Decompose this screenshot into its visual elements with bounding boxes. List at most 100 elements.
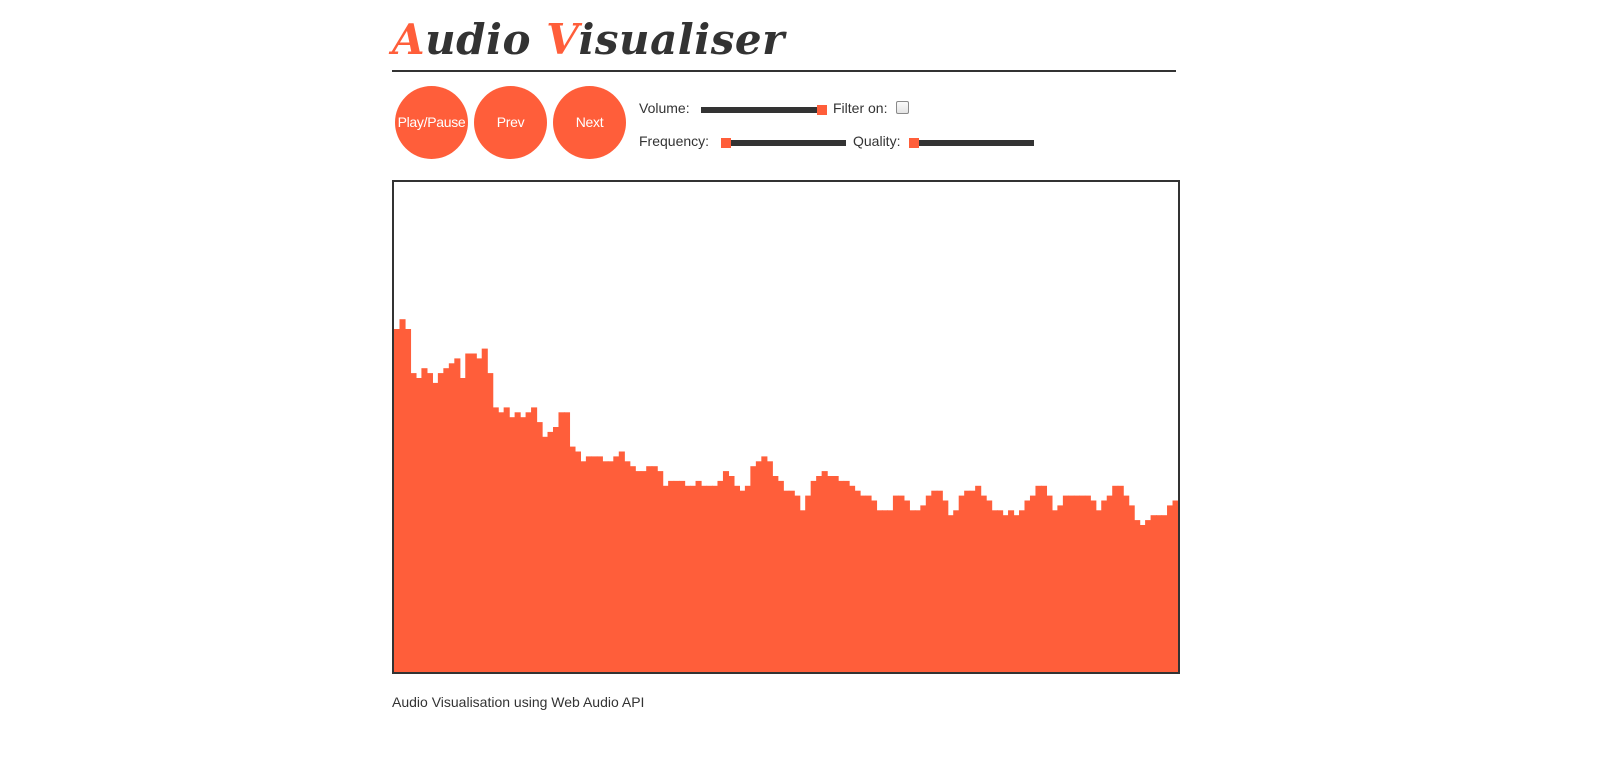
frequency-bar [805, 495, 812, 672]
title-divider [392, 70, 1176, 72]
frequency-bar [744, 485, 751, 672]
frequency-bar [1123, 495, 1130, 672]
frequency-bar [832, 476, 839, 672]
next-button[interactable]: Next [553, 86, 626, 159]
frequency-bar [1019, 510, 1026, 672]
frequency-bar [991, 510, 998, 672]
frequency-bar [733, 485, 740, 672]
visualiser-canvas [392, 180, 1180, 674]
frequency-bar [432, 382, 439, 672]
frequency-bar [448, 363, 455, 672]
frequency-bar [1046, 495, 1053, 672]
frequency-bar [470, 353, 477, 672]
frequency-bars [394, 319, 1178, 672]
frequency-bar [1040, 485, 1048, 672]
frequency-bar [799, 510, 806, 672]
frequency-bar [755, 461, 762, 672]
frequency-bar [1024, 500, 1031, 672]
frequency-bar [1013, 515, 1020, 672]
frequency-bar [1079, 495, 1086, 672]
title-word-audio: udio [425, 15, 547, 64]
frequency-bar [887, 510, 894, 672]
frequency-bar [673, 480, 680, 672]
frequency-bar [602, 461, 609, 672]
frequency-bar [503, 407, 510, 672]
quality-slider[interactable] [909, 138, 1034, 148]
frequency-slider-thumb[interactable] [721, 138, 731, 148]
frequency-bar [925, 495, 932, 672]
frequency-bar [728, 476, 735, 672]
frequency-bar [596, 456, 603, 672]
frequency-bar [404, 329, 412, 672]
frequency-bar [903, 500, 910, 672]
frequency-bar [585, 456, 592, 672]
frequency-bar [821, 471, 828, 672]
frequency-bar [498, 412, 505, 672]
prev-button[interactable]: Prev [474, 86, 547, 159]
frequency-bar [953, 510, 960, 672]
frequency-bar [1035, 485, 1042, 672]
frequency-bar [722, 471, 730, 672]
frequency-bar [509, 417, 516, 672]
frequency-bar [1167, 505, 1174, 672]
page-title: Audio Visualiser [392, 12, 785, 68]
frequency-bar [542, 436, 549, 672]
frequency-bar [1008, 510, 1015, 672]
frequency-bar [1068, 495, 1075, 672]
title-initial-v: V [546, 15, 579, 64]
frequency-bar [415, 378, 423, 672]
frequency-bar [717, 480, 724, 672]
volume-slider[interactable] [701, 105, 827, 115]
frequency-bar [772, 476, 779, 672]
frequency-bar [810, 480, 817, 672]
frequency-bar [1134, 520, 1141, 672]
volume-slider-thumb[interactable] [817, 105, 827, 115]
frequency-bar [1101, 500, 1108, 672]
frequency-slider[interactable] [721, 138, 846, 148]
footer-text: Audio Visualisation using Web Audio API [392, 694, 645, 710]
frequency-bar [465, 353, 472, 672]
frequency-bar [777, 480, 784, 672]
frequency-bar [761, 456, 768, 672]
frequency-bar [750, 466, 757, 672]
quality-label: Quality: [853, 133, 901, 149]
frequency-bar [640, 471, 647, 672]
frequency-bar [569, 446, 576, 672]
play-pause-button[interactable]: Play/Pause [395, 86, 468, 159]
frequency-bar [426, 373, 433, 672]
frequency-bar [838, 480, 845, 672]
frequency-bar [410, 373, 417, 672]
filter-checkbox[interactable] [896, 101, 909, 114]
frequency-bar [454, 358, 461, 672]
frequency-bar [898, 495, 905, 672]
frequency-bar [531, 407, 538, 672]
frequency-bar [1062, 495, 1069, 672]
frequency-bar [481, 348, 488, 672]
frequency-bar [607, 461, 614, 672]
frequency-bar [574, 451, 581, 672]
frequency-bar [843, 480, 850, 672]
frequency-bar [668, 480, 675, 672]
frequency-bar [1156, 515, 1163, 672]
frequency-bar [794, 495, 801, 672]
frequency-bar [635, 471, 642, 672]
frequency-bar [706, 485, 713, 672]
frequency-bar [958, 495, 965, 672]
frequency-bar [1073, 495, 1080, 672]
frequency-bar [1161, 515, 1168, 672]
frequency-bar [476, 358, 483, 672]
frequency-bar [629, 466, 636, 672]
frequency-bar [679, 480, 686, 672]
frequency-bar [936, 490, 943, 672]
quality-slider-thumb[interactable] [909, 138, 919, 148]
title-initial-a: A [392, 15, 426, 64]
frequency-bar [969, 490, 976, 672]
frequency-bar [1172, 500, 1178, 672]
frequency-bar [1112, 485, 1119, 672]
frequency-bar [421, 368, 428, 672]
frequency-bar [739, 490, 746, 672]
frequency-bar [860, 495, 867, 672]
frequency-bar [1145, 520, 1152, 672]
frequency-bar [437, 373, 444, 672]
frequency-bar [986, 500, 993, 672]
